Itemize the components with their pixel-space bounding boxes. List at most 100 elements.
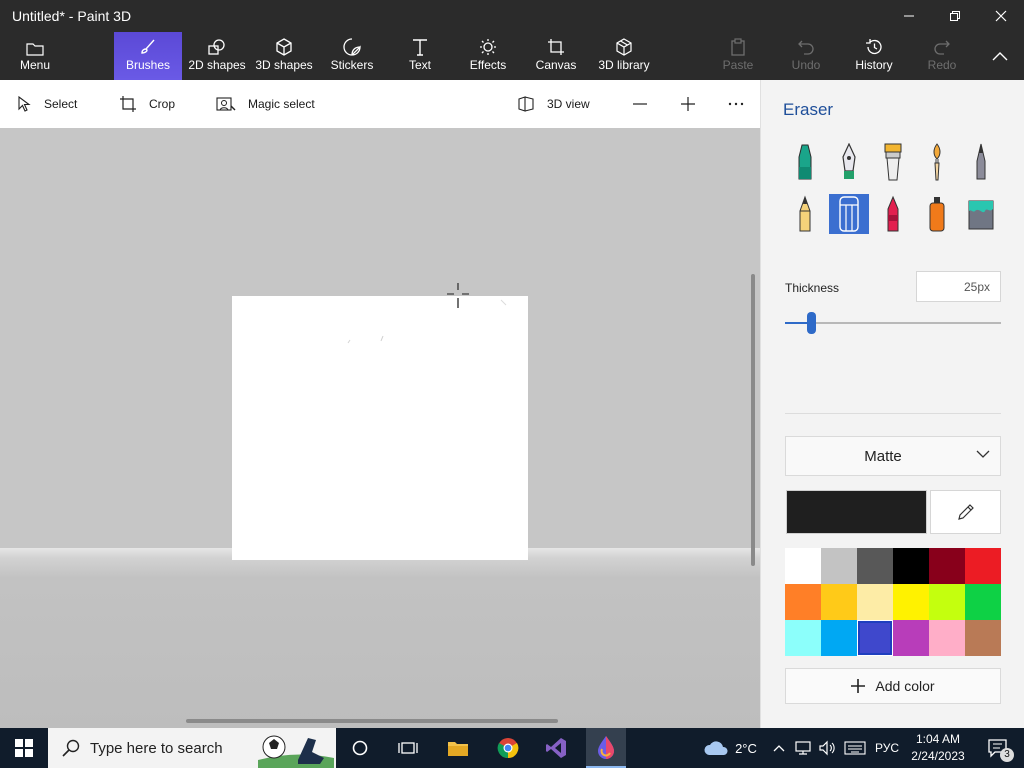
pencil-brush[interactable] (785, 194, 825, 234)
cortana-button[interactable] (340, 728, 380, 768)
paste-button[interactable]: Paste (716, 32, 760, 80)
collapse-ribbon-button[interactable] (984, 32, 1016, 80)
volume-button[interactable] (816, 728, 838, 768)
color-swatch[interactable] (965, 620, 1001, 656)
color-swatch[interactable] (893, 584, 929, 620)
minimize-button[interactable] (886, 0, 932, 32)
horizontal-scrollbar[interactable] (186, 719, 558, 723)
color-swatch[interactable] (785, 548, 821, 584)
notifications-button[interactable]: 3 (978, 728, 1018, 768)
color-swatch[interactable] (857, 584, 893, 620)
color-swatch[interactable] (893, 548, 929, 584)
eraser-brush[interactable] (829, 194, 869, 234)
tab-stickers[interactable]: Stickers (326, 32, 378, 80)
zoom-out-button[interactable] (632, 80, 648, 128)
color-swatch[interactable] (785, 584, 821, 620)
language-indicator[interactable]: РУС (870, 728, 904, 768)
add-color-label: Add color (875, 678, 935, 694)
3d-view-icon (518, 96, 534, 112)
tab-brushes[interactable]: Brushes (114, 32, 182, 80)
canvas-workspace[interactable] (0, 128, 760, 728)
add-color-button[interactable]: Add color (785, 668, 1001, 704)
color-swatch[interactable] (821, 548, 857, 584)
tab-effects[interactable]: Effects (466, 32, 510, 80)
select-cursor-icon (18, 96, 31, 112)
canvas-icon (548, 39, 564, 55)
zoom-in-button[interactable] (680, 80, 696, 128)
show-hidden-icons-button[interactable] (770, 728, 788, 768)
chrome-button[interactable] (488, 728, 528, 768)
minus-icon (633, 103, 647, 105)
3d-view-button[interactable]: 3D view (517, 80, 590, 128)
calligraphy-pen-brush[interactable] (829, 142, 869, 182)
marker-brush[interactable] (785, 142, 825, 182)
thickness-input[interactable]: 25px (916, 271, 1001, 302)
weather-widget[interactable]: 2°C (700, 728, 760, 768)
watercolor-brush[interactable] (917, 142, 957, 182)
undo-label: Undo (791, 58, 821, 72)
tab-label: Brushes (125, 58, 171, 72)
calligraphy-pen-icon (842, 143, 856, 179)
color-swatch[interactable] (929, 620, 965, 656)
crop-button[interactable]: Crop (119, 80, 175, 128)
visual-studio-button[interactable] (536, 728, 576, 768)
restore-icon (950, 11, 960, 21)
oil-brush[interactable] (873, 142, 913, 182)
menu-button[interactable]: Menu (12, 32, 58, 80)
tab-text[interactable]: Text (398, 32, 442, 80)
menu-label: Menu (19, 58, 51, 72)
panel-title: Eraser (783, 100, 834, 119)
color-swatch[interactable] (929, 548, 965, 584)
tab-2d-shapes[interactable]: 2D shapes (186, 32, 248, 80)
task-view-button[interactable] (388, 728, 428, 768)
window-title: Untitled* - Paint 3D (12, 8, 132, 24)
thickness-slider-track[interactable] (785, 322, 1001, 324)
more-options-button[interactable] (728, 80, 744, 128)
history-icon (866, 39, 882, 55)
search-placeholder: Type here to search (90, 739, 223, 757)
close-button[interactable] (978, 0, 1024, 32)
vertical-scrollbar[interactable] (751, 274, 755, 566)
start-button[interactable] (0, 728, 48, 768)
color-swatch[interactable] (929, 584, 965, 620)
pixel-pen-brush[interactable] (961, 142, 1001, 182)
color-swatch[interactable] (821, 584, 857, 620)
drawing-canvas[interactable] (232, 296, 528, 560)
crayon-brush[interactable] (873, 194, 913, 234)
eyedropper-button[interactable] (930, 490, 1001, 534)
select-label: Select (44, 97, 78, 111)
redo-button[interactable]: Redo (920, 32, 964, 80)
keyboard-button[interactable] (842, 728, 868, 768)
tab-3d-shapes[interactable]: 3D shapes (254, 32, 314, 80)
spray-can-brush[interactable] (917, 194, 957, 234)
tab-3d-library[interactable]: 3D library (596, 32, 652, 80)
color-swatch[interactable] (893, 620, 929, 656)
text-icon (413, 39, 427, 56)
color-swatch[interactable] (857, 548, 893, 584)
color-swatch[interactable] (857, 620, 893, 656)
undo-button[interactable]: Undo (784, 32, 828, 80)
thickness-slider-thumb[interactable] (807, 312, 816, 334)
taskbar-search-box[interactable]: Type here to search (48, 728, 336, 768)
paint3d-taskbar-button[interactable] (586, 728, 626, 768)
chrome-icon (497, 738, 519, 759)
tab-canvas[interactable]: Canvas (532, 32, 580, 80)
file-explorer-button[interactable] (438, 728, 478, 768)
paste-icon (731, 38, 745, 56)
color-swatch[interactable] (785, 620, 821, 656)
brush-icon (141, 39, 155, 54)
system-clock[interactable]: 1:04 AM 2/24/2023 (906, 731, 970, 765)
color-swatch[interactable] (821, 620, 857, 656)
fill-brush[interactable] (961, 194, 1001, 234)
color-swatch[interactable] (965, 584, 1001, 620)
network-button[interactable] (792, 728, 814, 768)
file-explorer-icon (448, 742, 468, 756)
history-button[interactable]: History (850, 32, 898, 80)
finish-dropdown[interactable]: Matte (785, 436, 1001, 476)
restore-button[interactable] (932, 0, 978, 32)
select-button[interactable]: Select (16, 80, 77, 128)
magic-select-button[interactable]: Magic select (216, 80, 315, 128)
current-color-swatch[interactable] (786, 490, 927, 534)
plus-icon (851, 679, 866, 693)
color-swatch[interactable] (965, 548, 1001, 584)
